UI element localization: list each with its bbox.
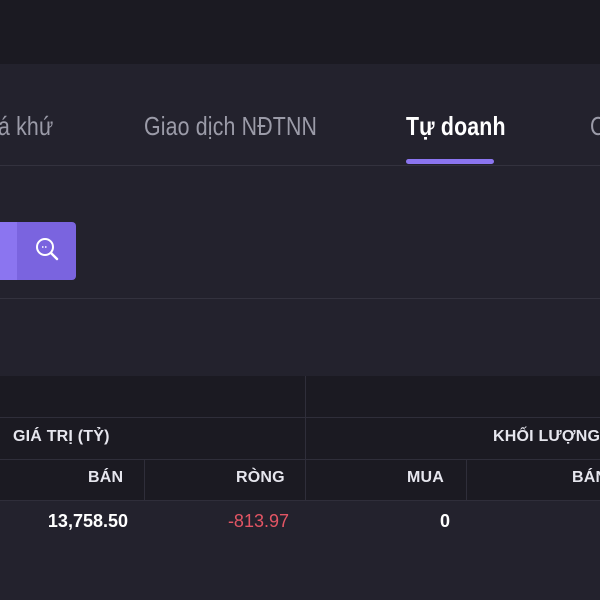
search-button[interactable]: [17, 222, 76, 280]
column-divider: [466, 459, 467, 500]
column-header-buy: MUA: [407, 469, 445, 486]
tab-proprietary[interactable]: Tự doanh: [406, 106, 506, 146]
column-header-sell: BÁN: [88, 469, 124, 486]
filter-field[interactable]: [0, 222, 18, 280]
tab-history[interactable]: á khứ: [0, 106, 53, 146]
column-header-sell-volume: BÁN: [572, 469, 600, 486]
top-bar: [0, 0, 600, 64]
cell-volume-buy: 0: [439, 511, 450, 531]
column-header-net: RÒNG: [236, 469, 285, 486]
tab-foreign-trading[interactable]: Giao dịch NĐTNN: [144, 106, 317, 146]
search-icon: [34, 236, 60, 267]
group-header-value: GIÁ TRỊ (TỶ): [13, 428, 110, 445]
cell-value-sell: 13,758.50: [47, 511, 128, 531]
header-divider: [0, 459, 600, 460]
header-divider: [0, 417, 600, 418]
tab-next[interactable]: C: [590, 106, 600, 146]
column-divider: [144, 459, 145, 500]
header-divider: [0, 500, 600, 501]
column-divider: [305, 376, 306, 500]
cell-value-net: -813.97: [227, 511, 289, 531]
group-header-volume: KHỐI LƯỢNG: [493, 428, 600, 445]
active-tab-indicator: [406, 159, 494, 164]
section-divider: [0, 298, 600, 299]
